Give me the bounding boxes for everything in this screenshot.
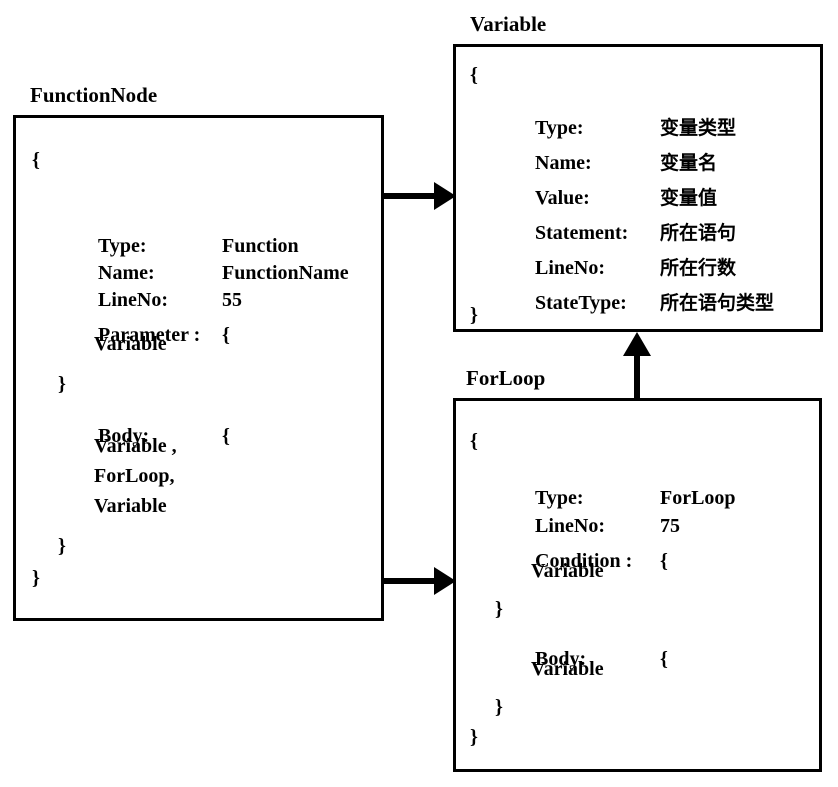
forloop-condition-item-0: Variable	[531, 560, 604, 582]
forloop-body-close: }	[495, 696, 503, 718]
functionnode-open-brace: {	[32, 149, 40, 171]
field-value: {	[222, 324, 230, 346]
functionnode-body-item-1: ForLoop,	[94, 465, 175, 487]
forloop-close-brace: }	[470, 726, 478, 748]
box-title-functionnode: FunctionNode	[30, 83, 158, 107]
functionnode-body-item-0: Variable ,	[94, 435, 177, 457]
functionnode-content: { Type: Function Name: FunctionName LineNo…	[16, 118, 381, 618]
forloop-body-item-0: Variable	[531, 658, 604, 680]
functionnode-body-item-2: Variable	[94, 495, 167, 517]
arrow-forloop-to-variable	[623, 332, 651, 398]
box-variable: { Type: 变量类型 Name: 变量名 Value: 变量值 Statement…	[453, 44, 823, 332]
functionnode-body-close: }	[58, 535, 66, 557]
diagram-canvas: FunctionNode { Type: Function Name: Functi…	[0, 0, 838, 787]
functionnode-close-brace: }	[32, 567, 40, 589]
forloop-content: { Type: ForLoop LineNo: 75 Condition :{ Va…	[456, 401, 819, 769]
field-key: StateType:	[535, 292, 627, 314]
box-forloop: { Type: ForLoop LineNo: 75 Condition :{ Va…	[453, 398, 822, 772]
functionnode-parameter-item-0: Variable	[94, 333, 167, 355]
field-value: {	[222, 425, 230, 447]
field-value: 所在语句类型	[660, 292, 775, 314]
functionnode-parameter-close: }	[58, 373, 66, 395]
forloop-open-brace: {	[470, 430, 478, 452]
variable-content: { Type: 变量类型 Name: 变量名 Value: 变量值 Statement…	[456, 47, 820, 329]
field-value: {	[660, 648, 668, 670]
variable-close-brace: }	[470, 304, 478, 326]
box-title-variable: Variable	[470, 12, 547, 36]
variable-open-brace: {	[470, 64, 478, 86]
forloop-condition-close: }	[495, 598, 503, 620]
box-functionnode: { Type: Function Name: FunctionName LineNo…	[13, 115, 384, 621]
field-value: {	[660, 550, 668, 572]
box-title-forloop: ForLoop	[466, 366, 546, 390]
arrow-functionnode-to-forloop	[384, 567, 456, 595]
variable-field-statetype: StateType: 所在语句类型	[495, 273, 774, 333]
arrow-functionnode-to-variable	[384, 182, 456, 210]
